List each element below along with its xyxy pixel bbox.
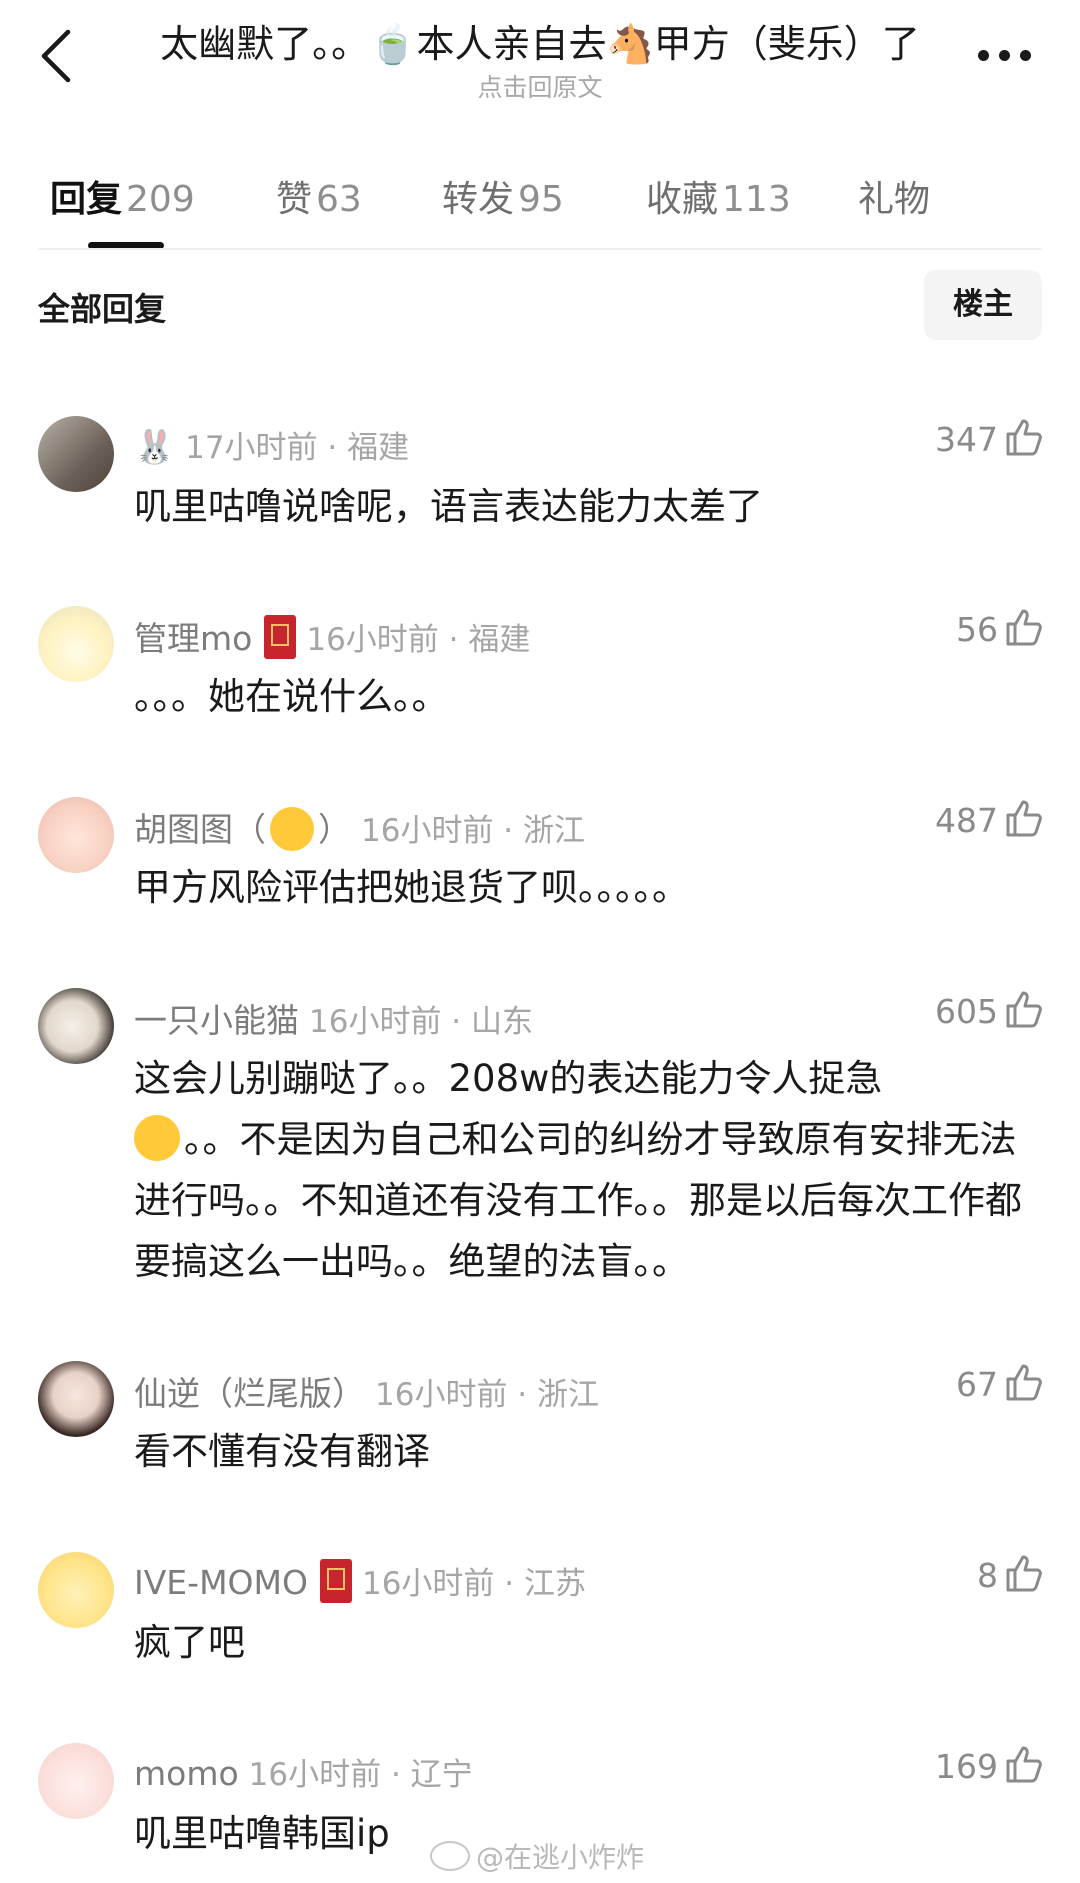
comment-text: 疯了吧: [134, 1621, 245, 1664]
comment-text: 。。。她在说什么。。: [134, 675, 449, 718]
avatar[interactable]: [38, 797, 114, 873]
avatar[interactable]: [38, 1552, 114, 1628]
like-number: 605: [935, 992, 998, 1031]
tab-count: 113: [722, 179, 791, 220]
comment-meta: 一只小能猫 16小时前 · 山东: [134, 994, 533, 1042]
username[interactable]: 🐰: [134, 427, 175, 466]
username-text-end: ）: [318, 810, 351, 849]
username[interactable]: 胡图图（ ）: [134, 806, 351, 851]
username[interactable]: 仙逆（烂尾版）: [134, 1374, 365, 1413]
like-count[interactable]: 169: [935, 1744, 1044, 1789]
comment-text: 看不懂有没有翻译: [134, 1430, 430, 1473]
op-only-button[interactable]: 楼主: [924, 270, 1042, 340]
back-arrow-icon[interactable]: [34, 26, 82, 86]
username[interactable]: 管理mo: [134, 619, 252, 658]
like-number: 347: [935, 420, 998, 459]
tab-label: 礼物: [858, 179, 931, 220]
tab-gifts[interactable]: 礼物: [858, 170, 930, 222]
like-count[interactable]: 8: [977, 1553, 1044, 1598]
post-title[interactable]: 太幽默了。。🍵本人亲自去🐴甲方（斐乐）了: [150, 18, 930, 70]
timestamp-location: 16小时前 · 山东: [309, 1004, 534, 1040]
timestamp-location: 16小时前 · 福建: [306, 622, 531, 658]
like-number: 8: [977, 1556, 998, 1595]
thumbs-up-icon[interactable]: [1004, 989, 1044, 1029]
comment-meta: 🐰 17小时前 · 福建: [134, 422, 409, 467]
comment-meta: 胡图图（ ） 16小时前 · 浙江: [134, 803, 585, 854]
comment-meta: 仙逆（烂尾版） 16小时前 · 浙江: [134, 1367, 599, 1415]
comment-text: 叽里咕噜说啥呢，语言表达能力太差了: [134, 485, 763, 528]
avatar[interactable]: [38, 1361, 114, 1437]
tab-divider: [38, 248, 1042, 250]
thumbs-up-icon[interactable]: [1004, 1553, 1044, 1593]
like-number: 56: [956, 610, 998, 649]
tab-count: 95: [518, 179, 564, 220]
like-count[interactable]: 67: [956, 1362, 1044, 1407]
like-number: 169: [935, 1747, 998, 1786]
tab-count: 63: [316, 179, 362, 220]
like-count[interactable]: 487: [935, 798, 1044, 843]
tab-reposts[interactable]: 转发 95: [442, 170, 564, 222]
tab-count: 209: [126, 179, 195, 220]
comment-meta: momo 16小时前 · 辽宁: [134, 1749, 473, 1794]
red-envelope-badge-icon: [264, 614, 297, 659]
username-text: 胡图图（: [134, 810, 266, 849]
comment-text: 甲方风险评估把她退货了呗。。。。。: [134, 866, 689, 909]
thumbs-up-icon[interactable]: [1004, 1362, 1044, 1402]
timestamp-location: 17小时前 · 福建: [185, 430, 410, 466]
timestamp-location: 16小时前 · 浙江: [361, 813, 586, 849]
comment-meta: 管理mo 16小时前 · 福建: [134, 612, 530, 663]
tab-likes[interactable]: 赞 63: [276, 170, 362, 222]
avatar[interactable]: [38, 988, 114, 1064]
comment-text-rest: 。。不是因为自己和公司的纠纷才导致原有安排无法进行吗。。不知道还有没有工作。。那…: [134, 1118, 1022, 1283]
tab-label: 收藏: [646, 179, 719, 220]
thumbs-up-icon[interactable]: [1004, 1744, 1044, 1784]
watermark-text: @在逃小炸炸: [476, 1841, 645, 1874]
like-count[interactable]: 347: [935, 417, 1044, 462]
sweat-smile-emoji-icon: [134, 1114, 180, 1161]
weibo-logo-icon: [430, 1841, 470, 1871]
username[interactable]: momo: [134, 1754, 239, 1793]
red-envelope-badge-icon: [319, 1558, 352, 1603]
sleeping-emoji-icon: [270, 806, 314, 851]
tab-replies[interactable]: 回复 209: [50, 170, 195, 222]
avatar[interactable]: [38, 1743, 114, 1819]
avatar[interactable]: [38, 606, 114, 682]
like-number: 67: [956, 1365, 998, 1404]
avatar[interactable]: [38, 416, 114, 492]
weibo-watermark: @在逃小炸炸: [430, 1836, 644, 1876]
comment-meta: IVE-MOMO 16小时前 · 江苏: [134, 1558, 586, 1607]
like-count[interactable]: 56: [956, 607, 1044, 652]
top-bar: 太幽默了。。🍵本人亲自去🐴甲方（斐乐）了 点击回原文: [0, 0, 1080, 110]
timestamp-location: 16小时前 · 浙江: [375, 1377, 600, 1413]
tab-favorites[interactable]: 收藏 113: [646, 170, 791, 222]
thumbs-up-icon[interactable]: [1004, 417, 1044, 457]
more-options-icon[interactable]: [978, 50, 1032, 64]
thumbs-up-icon[interactable]: [1004, 798, 1044, 838]
like-number: 487: [935, 801, 998, 840]
tab-bar: 回复 209 赞 63 转发 95 收藏 113 礼物: [0, 170, 1080, 250]
comment-text: 这会儿别蹦哒了。。208w的表达能力令人捉急。。不是因为自己和公司的纠纷才导致原…: [134, 1048, 1044, 1292]
thumbs-up-icon[interactable]: [1004, 607, 1044, 647]
username[interactable]: 一只小能猫: [134, 1001, 299, 1040]
tab-label: 赞: [276, 179, 313, 220]
timestamp-location: 16小时前 · 江苏: [361, 1566, 586, 1602]
username[interactable]: IVE-MOMO: [134, 1563, 308, 1602]
back-to-original-link[interactable]: 点击回原文: [150, 68, 930, 104]
all-replies-heading: 全部回复: [38, 290, 167, 328]
timestamp-location: 16小时前 · 辽宁: [248, 1757, 473, 1793]
comment-text-line: 这会儿别蹦哒了。。208w的表达能力令人捉急: [134, 1057, 883, 1100]
tab-label: 转发: [442, 179, 515, 220]
tab-label: 回复: [50, 179, 123, 220]
like-count[interactable]: 605: [935, 989, 1044, 1034]
